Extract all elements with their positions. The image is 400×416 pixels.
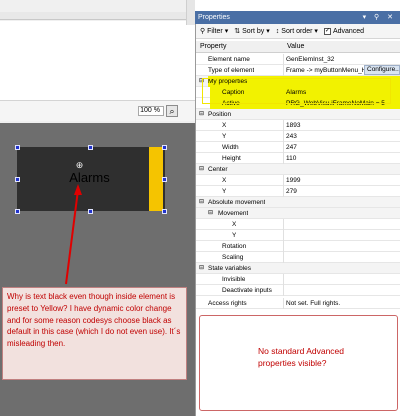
property-grid-header: Property Value xyxy=(196,41,400,53)
row-label: Type of element xyxy=(208,67,255,74)
collapse-icon[interactable]: ⊟ xyxy=(199,164,204,175)
property-row-deactivate-inputs[interactable]: Deactivate inputs xyxy=(196,285,400,296)
advanced-label: Advanced xyxy=(332,27,365,35)
chevron-down-icon: ▾ xyxy=(266,28,270,35)
property-row-width[interactable]: Width 247 xyxy=(196,142,400,153)
resize-handle-bl[interactable] xyxy=(15,209,20,214)
column-header-property: Property xyxy=(200,43,227,50)
element-center-crosshair-icon[interactable]: ⊕ xyxy=(75,161,84,170)
resize-handle-tl[interactable] xyxy=(15,145,20,150)
row-label: Y xyxy=(222,188,227,195)
row-label: X xyxy=(222,177,227,184)
property-row-access-rights[interactable]: Access rights Not set. Full rights. xyxy=(196,298,400,309)
sort-order-label: Sort order xyxy=(281,27,313,35)
row-value: 279 xyxy=(286,188,297,195)
annotation-note-right: No standard Advanced properties visible? xyxy=(258,346,345,368)
row-label: Center xyxy=(208,166,228,173)
row-label: X xyxy=(222,122,227,129)
property-row-scaling[interactable]: Scaling xyxy=(196,252,400,263)
annotation-note-left: Why is text black even though inside ele… xyxy=(2,287,187,380)
zoom-level-field[interactable]: 100 % xyxy=(138,106,164,116)
row-label: Absolute movement xyxy=(208,199,266,206)
property-row-movement-y[interactable]: Y xyxy=(196,230,400,241)
row-value: 1999 xyxy=(286,177,301,184)
row-label: Position xyxy=(208,111,232,118)
property-row-invisible[interactable]: Invisible xyxy=(196,274,400,285)
property-row-height[interactable]: Height 110 xyxy=(196,153,400,164)
filter-label: Filter xyxy=(207,27,223,35)
filter-icon: ⚲ xyxy=(200,28,206,35)
collapse-icon[interactable]: ⊟ xyxy=(199,197,204,208)
row-value: 243 xyxy=(286,133,297,140)
sort-by-label: Sort by xyxy=(242,27,265,35)
category-center[interactable]: ⊟ Center xyxy=(196,164,400,175)
chevron-down-icon: ▾ xyxy=(224,28,229,35)
category-state-variables[interactable]: ⊟ State variables xyxy=(196,263,400,274)
highlight-outline xyxy=(202,78,391,104)
magnifier-icon[interactable]: ⌕ xyxy=(166,105,178,117)
sort-order-icon: ↕ xyxy=(275,27,280,35)
editor-top-strip xyxy=(0,12,195,20)
category-movement[interactable]: ⊟ Movement xyxy=(196,208,400,219)
row-label: Rotation xyxy=(222,243,247,250)
property-row-y[interactable]: Y 243 xyxy=(196,131,400,142)
properties-toolbar: ⚲ Filter ▾ ⇅ Sort by ▾ ↕ Sort order ▾ ✓ … xyxy=(196,24,400,39)
collapse-icon[interactable]: ⊟ xyxy=(199,263,204,274)
property-row-movement-x[interactable]: X xyxy=(196,219,400,230)
filter-button[interactable]: ⚲ Filter ▾ xyxy=(200,27,229,36)
property-row-element-name[interactable]: Element name GenElemInst_32 xyxy=(196,54,400,65)
sort-icon: ⇅ xyxy=(234,28,241,35)
resize-handle-br[interactable] xyxy=(162,209,167,214)
row-label: Y xyxy=(222,133,227,140)
panel-window-controls[interactable]: ▾ ⚲ ✕ xyxy=(363,11,396,24)
row-label: X xyxy=(232,221,237,228)
resize-handle-ml[interactable] xyxy=(15,177,20,182)
row-value: GenElemInst_32 xyxy=(286,56,335,63)
property-row-center-y[interactable]: Y 279 xyxy=(196,186,400,197)
resize-handle-tc[interactable] xyxy=(88,145,93,150)
row-label: Invisible xyxy=(222,276,246,283)
row-value: 1893 xyxy=(286,122,301,129)
column-header-value: Value xyxy=(287,43,305,50)
row-label: Deactivate inputs xyxy=(222,287,272,294)
property-row-center-x[interactable]: X 1999 xyxy=(196,175,400,186)
collapse-icon[interactable]: ⊟ xyxy=(208,208,213,219)
row-value: 110 xyxy=(286,155,297,162)
editor-scrollbar[interactable] xyxy=(186,0,195,25)
chevron-down-icon: ▾ xyxy=(314,28,318,35)
row-label: Access rights xyxy=(208,300,247,307)
sort-order-button[interactable]: ↕ Sort order ▾ xyxy=(275,27,318,36)
property-row-rotation[interactable]: Rotation xyxy=(196,241,400,252)
row-label: Height xyxy=(222,155,241,162)
advanced-checkbox[interactable]: ✓ Advanced xyxy=(323,27,365,35)
category-position[interactable]: ⊟ Position xyxy=(196,109,400,120)
property-row-x[interactable]: X 1893 xyxy=(196,120,400,131)
element-caption: Alarms xyxy=(69,170,110,185)
row-label: Y xyxy=(232,232,237,239)
configure-button[interactable]: Configure... xyxy=(364,65,400,75)
row-value: 247 xyxy=(286,144,297,151)
category-absolute-movement[interactable]: ⊟ Absolute movement xyxy=(196,197,400,208)
resize-handle-bc[interactable] xyxy=(88,209,93,214)
row-label: Element name xyxy=(208,56,250,63)
row-label: Scaling xyxy=(222,254,244,261)
resize-handle-mr[interactable] xyxy=(162,177,167,182)
checkbox-checked-icon: ✓ xyxy=(323,27,331,35)
resize-handle-tr[interactable] xyxy=(162,145,167,150)
sort-by-button[interactable]: ⇅ Sort by ▾ xyxy=(234,27,270,36)
row-label: Movement xyxy=(218,210,249,217)
row-value: Not set. Full rights. xyxy=(286,300,341,307)
collapse-icon[interactable]: ⊟ xyxy=(199,109,204,120)
row-label: State variables xyxy=(208,265,251,272)
editor-upper-area xyxy=(0,21,195,101)
row-label: Width xyxy=(222,144,239,151)
